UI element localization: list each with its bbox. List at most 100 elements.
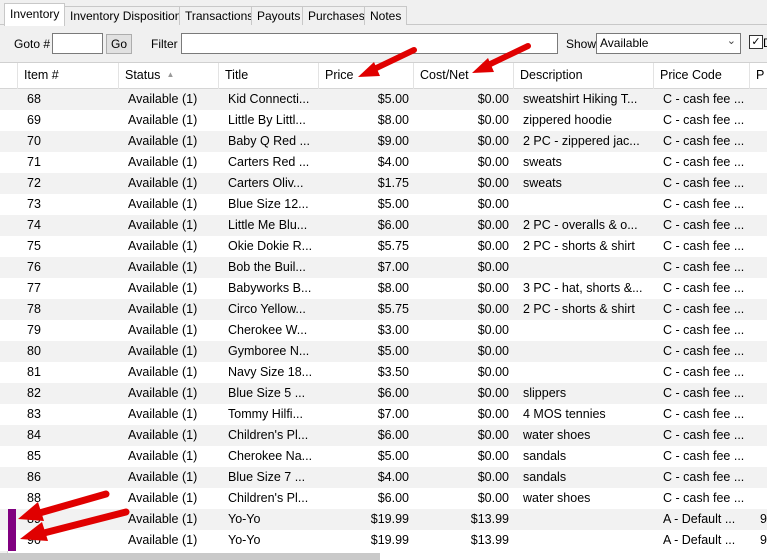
cell-p bbox=[760, 320, 767, 341]
header-price[interactable]: Price bbox=[319, 63, 414, 89]
table-row[interactable]: 69 Available (1) Little By Littl... $8.00 $0… bbox=[0, 110, 767, 131]
cell-price: $5.75 bbox=[377, 302, 409, 316]
cell-price-code: C - cash fee ... bbox=[663, 365, 745, 379]
cell-cost-net: $0.00 bbox=[477, 155, 509, 169]
table-row[interactable]: 71 Available (1) Carters Red ... $4.00 $0.00… bbox=[0, 152, 767, 173]
goto-input[interactable] bbox=[52, 33, 103, 54]
filter-input[interactable] bbox=[181, 33, 558, 54]
header-item-number[interactable]: Item # bbox=[18, 63, 119, 89]
horizontal-scrollbar[interactable] bbox=[0, 553, 380, 560]
cell-cost-net: $0.00 bbox=[477, 281, 509, 295]
cell-price: $19.99 bbox=[370, 512, 409, 526]
chevron-down-icon: ⌄ bbox=[726, 35, 736, 47]
header-label: Description bbox=[520, 68, 583, 82]
table-row[interactable]: 74 Available (1) Little Me Blu... $6.00 $0.0… bbox=[0, 215, 767, 236]
cell-title: Children's Pl... bbox=[228, 491, 309, 505]
go-button[interactable]: Go bbox=[106, 34, 132, 54]
cell-title: Tommy Hilfi... bbox=[228, 407, 303, 421]
cell-title: Bob the Buil... bbox=[228, 260, 306, 274]
table-row[interactable]: 79 Available (1) Cherokee W... $3.00 $0.00 C … bbox=[0, 320, 767, 341]
table-row[interactable]: 76 Available (1) Bob the Buil... $7.00 $0.00… bbox=[0, 257, 767, 278]
cell-status: Available (1) bbox=[128, 113, 198, 127]
cell-status: Available (1) bbox=[128, 344, 198, 358]
cell-price-code: C - cash fee ... bbox=[663, 134, 745, 148]
cell-cost-net: $0.00 bbox=[477, 449, 509, 463]
table-row[interactable]: 80 Available (1) Gymboree N... $5.00 $0.00 C … bbox=[0, 341, 767, 362]
cell-price-code: C - cash fee ... bbox=[663, 239, 745, 253]
tab-purchases[interactable]: Purchases bbox=[302, 6, 371, 25]
cell-status: Available (1) bbox=[128, 407, 198, 421]
cell-cost-net: $0.00 bbox=[477, 491, 509, 505]
cell-p bbox=[760, 446, 767, 467]
header-status[interactable]: Status ▲ bbox=[119, 63, 219, 89]
cell-p bbox=[760, 215, 767, 236]
tab-inventory-disposition[interactable]: Inventory Disposition bbox=[64, 6, 188, 25]
header-row-selector bbox=[0, 63, 18, 89]
tab-transactions[interactable]: Transactions bbox=[179, 6, 260, 25]
cell-p bbox=[760, 425, 767, 446]
cell-title: Children's Pl... bbox=[228, 428, 309, 442]
table-row[interactable]: 73 Available (1) Blue Size 12... $5.00 $0.00… bbox=[0, 194, 767, 215]
cell-price: $9.00 bbox=[377, 134, 409, 148]
table-row[interactable]: 82 Available (1) Blue Size 5 ... $6.00 $0.00… bbox=[0, 383, 767, 404]
cell-title: Blue Size 5 ... bbox=[228, 386, 306, 400]
inventory-grid[interactable]: Item # Status ▲ Title Price Cost/Net Desc… bbox=[0, 62, 767, 560]
cell-item-number: 68 bbox=[27, 92, 41, 106]
cell-price: $4.00 bbox=[377, 470, 409, 484]
cell-description: 2 PC - zippered jac... bbox=[523, 134, 640, 148]
table-row[interactable]: 85 Available (1) Cherokee Na... $5.00 $0.00 s… bbox=[0, 446, 767, 467]
table-row[interactable]: 84 Available (1) Children's Pl... $6.00 $0.0… bbox=[0, 425, 767, 446]
cell-price-code: C - cash fee ... bbox=[663, 113, 745, 127]
cell-item-number: 84 bbox=[27, 428, 41, 442]
cell-price-code: C - cash fee ... bbox=[663, 197, 745, 211]
cell-description: slippers bbox=[523, 386, 567, 400]
cell-status: Available (1) bbox=[128, 176, 198, 190]
cell-cost-net: $0.00 bbox=[477, 302, 509, 316]
cell-status: Available (1) bbox=[128, 260, 198, 274]
header-price-code[interactable]: Price Code bbox=[654, 63, 750, 89]
cell-item-number: 77 bbox=[27, 281, 41, 295]
cell-item-number: 73 bbox=[27, 197, 41, 211]
table-row[interactable]: 89 Available (1) Yo-Yo $19.99 $13.99 A - Defa… bbox=[0, 509, 767, 530]
cell-status: Available (1) bbox=[128, 365, 198, 379]
header-description[interactable]: Description bbox=[514, 63, 654, 89]
cell-item-number: 88 bbox=[27, 491, 41, 505]
cell-description: 2 PC - shorts & shirt bbox=[523, 302, 635, 316]
table-row[interactable]: 81 Available (1) Navy Size 18... $3.50 $0.00… bbox=[0, 362, 767, 383]
header-p[interactable]: P bbox=[750, 63, 767, 89]
table-row[interactable]: 86 Available (1) Blue Size 7 ... $4.00 $0.00… bbox=[0, 467, 767, 488]
table-row[interactable]: 78 Available (1) Circo Yellow... $5.75 $0.00… bbox=[0, 299, 767, 320]
table-row[interactable]: 83 Available (1) Tommy Hilfi... $7.00 $0.00 4… bbox=[0, 404, 767, 425]
table-row[interactable]: 90 Available (1) Yo-Yo $19.99 $13.99 A - Defa… bbox=[0, 530, 767, 551]
tab-label: Purchases bbox=[308, 9, 365, 23]
tab-inventory[interactable]: Inventory bbox=[4, 3, 66, 26]
table-row[interactable]: 68 Available (1) Kid Connecti... $5.00 $0.00… bbox=[0, 89, 767, 110]
cell-item-number: 74 bbox=[27, 218, 41, 232]
header-title[interactable]: Title bbox=[219, 63, 319, 89]
cell-title: Navy Size 18... bbox=[228, 365, 313, 379]
tab-notes[interactable]: Notes bbox=[364, 6, 408, 25]
cell-price-code: C - cash fee ... bbox=[663, 323, 745, 337]
cell-price: $3.00 bbox=[377, 323, 409, 337]
table-row[interactable]: 70 Available (1) Baby Q Red ... $9.00 $0.00 2… bbox=[0, 131, 767, 152]
cell-price: $5.00 bbox=[377, 344, 409, 358]
cell-price-code: C - cash fee ... bbox=[663, 218, 745, 232]
table-row[interactable]: 77 Available (1) Babyworks B... $8.00 $0.00 3… bbox=[0, 278, 767, 299]
cell-price: $5.00 bbox=[377, 197, 409, 211]
tab-payouts[interactable]: Payouts bbox=[251, 6, 307, 25]
tab-label: Payouts bbox=[257, 9, 301, 23]
table-row[interactable]: 88 Available (1) Children's Pl... $6.00 $0.0… bbox=[0, 488, 767, 509]
table-row[interactable]: 72 Available (1) Carters Oliv... $1.75 $0.00… bbox=[0, 173, 767, 194]
options-checkbox[interactable]: ✓ bbox=[749, 35, 763, 49]
cell-item-number: 78 bbox=[27, 302, 41, 316]
table-row[interactable]: 75 Available (1) Okie Dokie R... $5.75 $0.00… bbox=[0, 236, 767, 257]
cell-p bbox=[760, 362, 767, 383]
header-cost-net[interactable]: Cost/Net bbox=[414, 63, 514, 89]
cell-cost-net: $0.00 bbox=[477, 134, 509, 148]
cell-title: Little Me Blu... bbox=[228, 218, 308, 232]
cell-description bbox=[518, 509, 654, 530]
show-select[interactable]: Available ⌄ bbox=[596, 33, 741, 54]
cell-description: 3 PC - hat, shorts &... bbox=[523, 281, 643, 295]
cell-price: $7.00 bbox=[377, 407, 409, 421]
cell-status: Available (1) bbox=[128, 386, 198, 400]
